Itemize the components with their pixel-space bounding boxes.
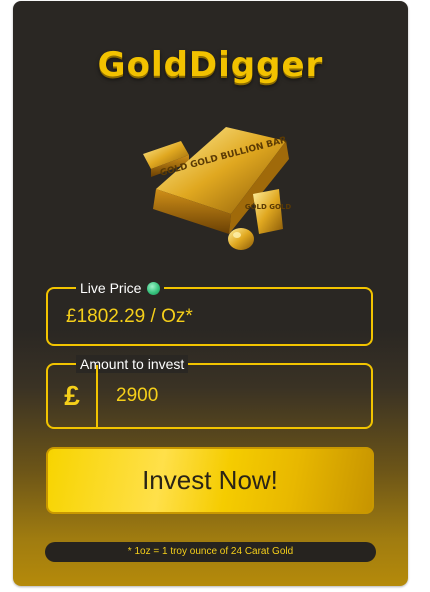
live-price-field: Live Price £1802.29 / Oz* [46, 279, 373, 346]
invest-now-button[interactable]: Invest Now! [46, 447, 374, 514]
live-price-label: Live Price [80, 280, 142, 296]
gold-bars-image: GOLD GOLD BULLION BAR GOLD GOLD [143, 127, 291, 250]
live-price-value: £1802.29 / Oz* [66, 306, 193, 327]
amount-field: Amount to invest £ [46, 355, 373, 429]
amount-input[interactable] [98, 365, 371, 427]
golddigger-logo: GoldDigger [97, 45, 324, 85]
footnote: * 1oz = 1 troy ounce of 24 Carat Gold [45, 542, 376, 562]
investment-card: GoldDigger GOLD GOLD BULLION BAR GOLD GO… [13, 1, 408, 586]
live-status-icon [147, 281, 161, 295]
live-price-legend: Live Price [76, 279, 165, 297]
bar-engraving-small: GOLD GOLD [245, 203, 291, 211]
pound-currency-icon: £ [48, 365, 98, 427]
